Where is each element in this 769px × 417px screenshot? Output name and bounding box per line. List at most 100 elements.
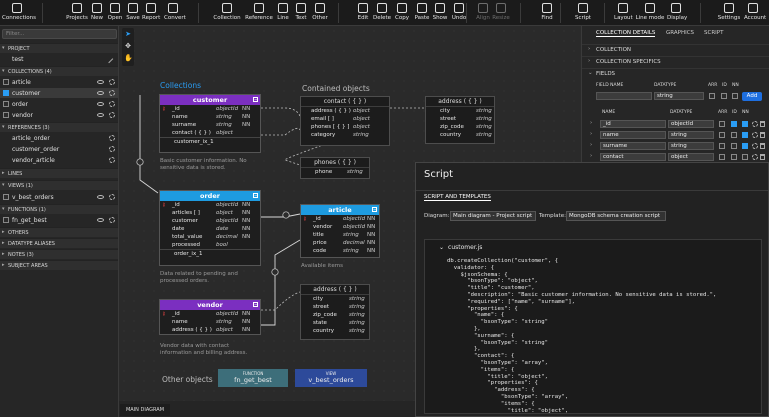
field-row[interactable]: surname string NN [160,121,260,129]
field-row[interactable]: date date NN [160,225,260,233]
trash-icon[interactable] [760,154,765,160]
code-editor[interactable]: ⌄ customer.js db.createCollection("custom… [424,239,762,414]
field-name-input[interactable]: contact [600,153,666,161]
field-row[interactable]: › name string [582,131,769,141]
gear-icon[interactable] [752,154,758,160]
arr-checkbox[interactable] [719,132,725,138]
object-phones[interactable]: phones ( { } ) phone string [300,157,370,179]
object-address-vendor[interactable]: address ( { } ) city string street string zi… [300,284,370,340]
entity-header[interactable]: customer − [160,95,260,105]
section-fields[interactable]: FIELDS [582,68,769,78]
id-checkbox[interactable] [731,154,737,160]
note-order[interactable]: Data related to pending and processed or… [160,271,260,285]
minimize-icon[interactable]: − [253,97,258,102]
tab-script[interactable]: SCRIPT [704,30,723,36]
object-address-customer[interactable]: address ( { } ) city string street string zi… [425,96,495,144]
id-checkbox[interactable] [731,121,737,127]
arr-checkbox[interactable] [719,121,725,127]
field-row[interactable]: address ( { } ) object [301,107,389,115]
field-row[interactable]: › surname string [582,142,769,152]
new-nn-checkbox[interactable] [732,93,738,99]
minimize-icon[interactable]: − [372,207,377,212]
field-row[interactable]: country string [301,327,369,335]
section-collection-specifics[interactable]: COLLECTION SPECIFICS [582,56,769,66]
field-datatype-select[interactable]: string [668,131,714,139]
tab-script-templates[interactable]: SCRIPT AND TEMPLATES [424,194,491,201]
field-row[interactable]: vendor objectId NN [301,223,379,231]
entity-customer[interactable]: customer − ⚷ _id objectId NN name string NN surn… [159,94,261,153]
view-box[interactable]: VIEW v_best_orders [295,369,367,387]
field-row[interactable]: processed bool [160,241,260,249]
tab-graphics[interactable]: GRAPHICS [666,30,694,36]
tab-main-diagram[interactable]: MAIN DIAGRAM [120,404,170,416]
new-field-datatype-select[interactable]: string [654,92,704,100]
chevron-right-icon[interactable]: › [590,131,592,137]
field-row[interactable]: price decimal NN [301,239,379,247]
field-row[interactable]: contact ( { } ) object [160,129,260,137]
field-row[interactable]: name string NN [160,113,260,121]
field-name-input[interactable]: name [600,131,666,139]
new-id-checkbox[interactable] [721,93,727,99]
template-select[interactable]: MongoDB schema creation script [566,211,666,221]
chevron-right-icon[interactable]: › [590,153,592,159]
field-row[interactable]: title string NN [301,231,379,239]
gear-icon[interactable] [752,132,758,138]
id-checkbox[interactable] [731,143,737,149]
note-customer[interactable]: Basic customer information. No sensitive… [160,158,260,172]
new-arr-checkbox[interactable] [709,93,715,99]
field-datatype-select[interactable]: object [668,153,714,161]
add-field-button[interactable]: Add [742,92,762,101]
field-row[interactable]: › _id objectId [582,120,769,130]
field-row[interactable]: phones [ { } ] object [301,123,389,131]
new-field-name-input[interactable] [596,92,652,100]
id-checkbox[interactable] [731,132,737,138]
gear-icon[interactable] [752,143,758,149]
script-file-header[interactable]: ⌄ customer.js [439,244,482,251]
trash-icon[interactable] [760,121,765,127]
field-row[interactable]: zip_code string [426,123,494,131]
nn-checkbox[interactable] [742,121,748,127]
arr-checkbox[interactable] [719,143,725,149]
field-row[interactable]: state string [301,319,369,327]
field-row[interactable]: name string NN [160,318,260,326]
field-name-input[interactable]: _id [600,120,666,128]
field-row[interactable]: country string [426,131,494,139]
section-collection[interactable]: COLLECTION [582,44,769,54]
field-row[interactable]: phone string [301,168,369,176]
note-vendor[interactable]: Vendor data with contact information and… [160,343,260,357]
field-datatype-select[interactable]: string [668,142,714,150]
entity-header[interactable]: order − [160,191,260,201]
field-row[interactable]: category string [301,131,389,139]
arr-checkbox[interactable] [719,154,725,160]
field-row[interactable]: email [ ] object [301,115,389,123]
entity-vendor[interactable]: vendor − ⚷ _id objectId NN name string NN addres… [159,299,261,335]
field-row[interactable]: address ( { } ) object NN [160,326,260,334]
nn-checkbox[interactable] [742,143,748,149]
field-row[interactable]: ⚷ _id objectId NN [160,105,260,113]
field-row[interactable]: articles [ ] object NN [160,209,260,217]
diagram-select[interactable]: Main diagram - Project script [450,211,536,221]
gear-icon[interactable] [752,121,758,127]
field-row[interactable]: ⚷ _id objectId NN [160,310,260,318]
field-row[interactable]: city string [426,107,494,115]
entity-article[interactable]: article − ⚷ _id objectId NN vendor objectId NN t… [300,204,380,258]
field-name-input[interactable]: surname [600,142,666,150]
entity-order[interactable]: order − ⚷ _id objectId NN articles [ ] object N… [159,190,261,266]
nn-checkbox[interactable] [742,132,748,138]
chevron-right-icon[interactable]: › [590,142,592,148]
tab-collection-details[interactable]: COLLECTION DETAILS [596,30,656,37]
field-row[interactable]: street string [301,303,369,311]
nn-checkbox[interactable] [742,154,748,160]
field-row[interactable]: ⚷ _id objectId NN [160,201,260,209]
entity-header[interactable]: article − [301,205,379,215]
chevron-right-icon[interactable]: › [590,120,592,126]
minimize-icon[interactable]: − [253,302,258,307]
field-row[interactable]: ⚷ _id objectId NN [301,215,379,223]
entity-header[interactable]: vendor − [160,300,260,310]
field-row[interactable]: code string NN [301,247,379,255]
field-datatype-select[interactable]: objectId [668,120,714,128]
object-contact[interactable]: contact ( { } ) address ( { } ) object ema… [300,96,390,146]
note-article[interactable]: Available items [301,263,381,270]
field-row[interactable]: street string [426,115,494,123]
field-row[interactable]: city string [301,295,369,303]
